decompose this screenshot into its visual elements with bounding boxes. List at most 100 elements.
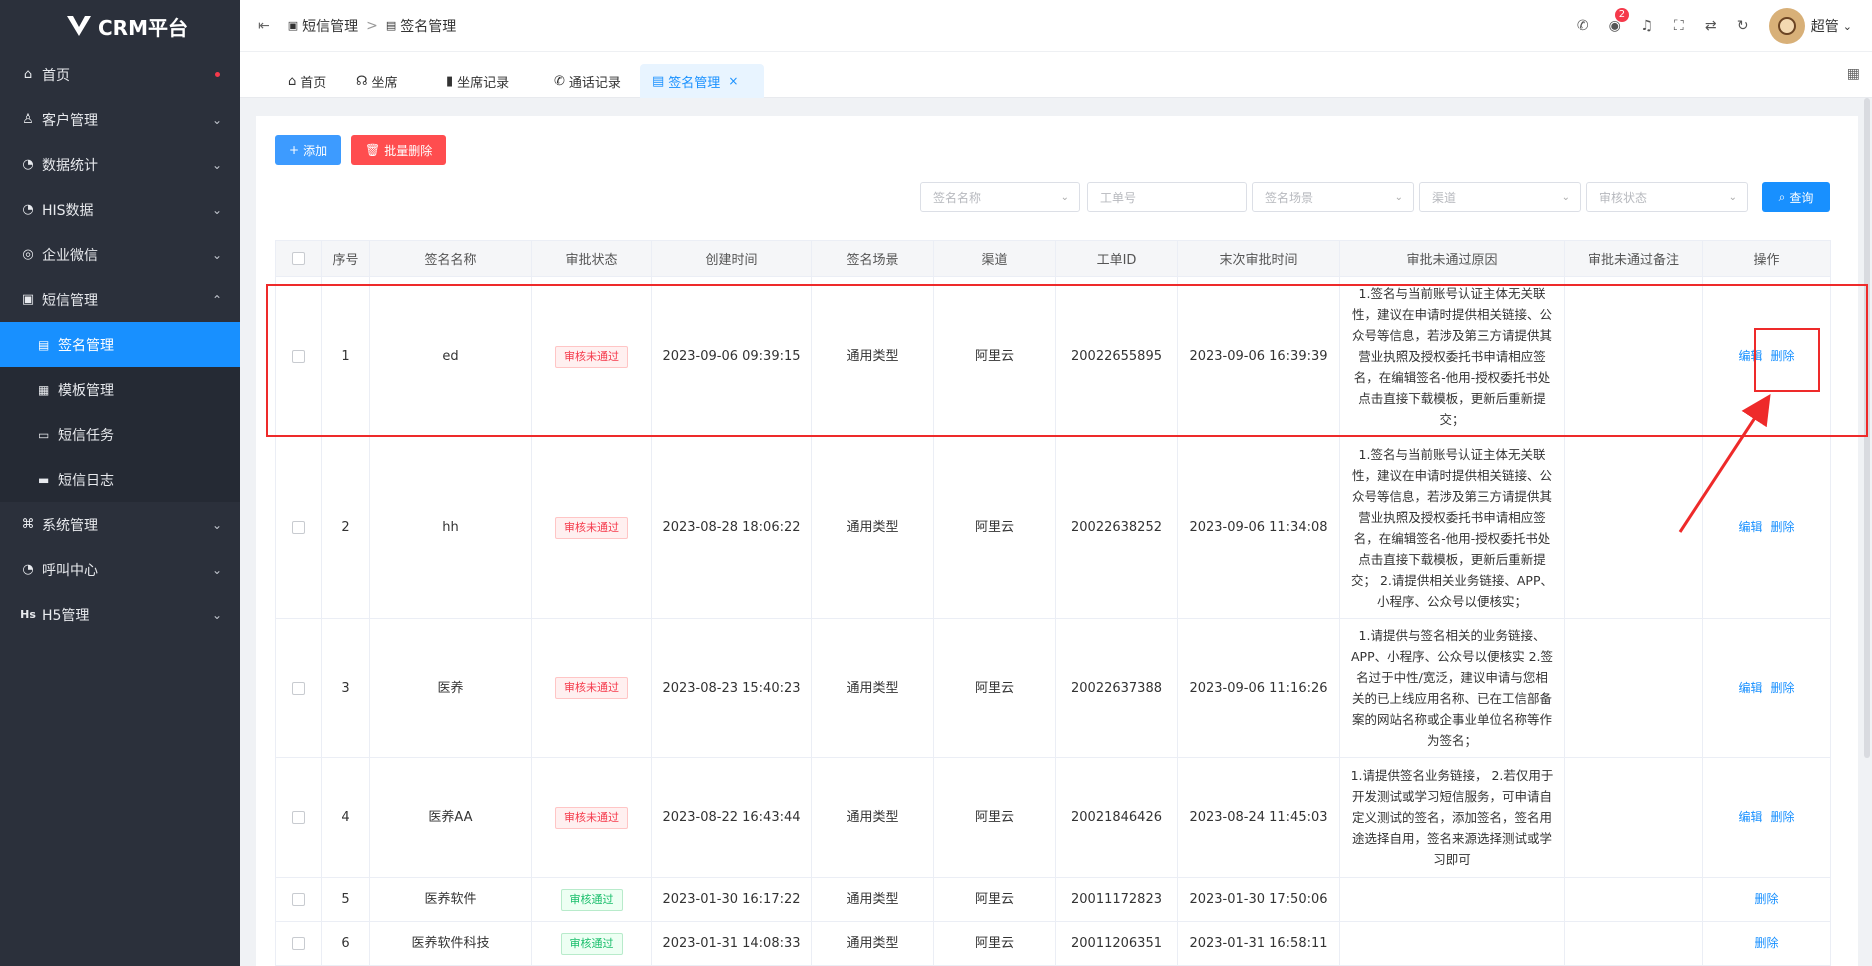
sign-name-select[interactable]: 签名名称 ⌄ <box>920 182 1080 212</box>
channel-select[interactable]: 渠道 ⌄ <box>1419 182 1581 212</box>
sidebar-item-template[interactable]: ▦ 模板管理 <box>0 367 240 412</box>
avatar[interactable] <box>1768 8 1805 44</box>
cell-remark <box>1564 757 1703 878</box>
sidebar-item-wechat[interactable]: ◎ 企业微信 ⌄ <box>0 232 240 277</box>
username[interactable]: 超管 <box>1811 16 1839 36</box>
app-logo[interactable]: CRM平台 <box>0 0 240 52</box>
notification-icon[interactable]: ◉ 2 <box>1599 8 1631 34</box>
header-actions: ✆ ◉ 2 ♫ ⛶ ⇄ ↻ 超管 ⌄ <box>1567 0 1852 52</box>
refresh-icon[interactable]: ↻ <box>1727 18 1759 34</box>
sidebar-item-customers[interactable]: ♙ 客户管理 ⌄ <box>0 97 240 142</box>
cell-scene: 通用类型 <box>811 921 934 966</box>
sidebar-item-signature[interactable]: ▤ 签名管理 <box>0 322 240 367</box>
batch-delete-button[interactable]: 🗑 批量删除 <box>351 135 447 165</box>
cell-name: hh <box>369 436 532 619</box>
column-header: 创建时间 <box>651 240 812 277</box>
cell-last: 2023-01-31 16:58:11 <box>1177 921 1340 966</box>
status-badge: 审核未通过 <box>555 345 628 368</box>
checkbox[interactable] <box>292 252 305 265</box>
row-select-cell[interactable] <box>275 436 322 619</box>
sidebar-item-statistics[interactable]: ◔ 数据统计 ⌄ <box>0 142 240 187</box>
phone-icon[interactable]: ✆ <box>1567 18 1599 34</box>
select-all-cell[interactable] <box>275 240 322 277</box>
edit-link[interactable]: 编辑 <box>1738 349 1762 363</box>
collapse-menu-icon[interactable]: ⇤ <box>258 18 270 34</box>
checkbox[interactable] <box>292 350 305 363</box>
column-header: 末次审批时间 <box>1177 240 1340 277</box>
cell-ticket: 20011172823 <box>1055 877 1178 922</box>
sidebar-item-h5[interactable]: Hs H5管理 ⌄ <box>0 592 240 637</box>
row-select-cell[interactable] <box>275 618 322 758</box>
chevron-down-icon: ⌄ <box>1561 191 1570 203</box>
breadcrumb-item[interactable]: 短信管理 <box>302 16 358 36</box>
delete-link[interactable]: 删除 <box>1771 349 1795 363</box>
tab-agent-records[interactable]: ▮ 坐席记录 <box>434 64 521 98</box>
table-row: 3 医养 审核未通过 2023-08-23 15:40:23 通用类型 阿里云 … <box>275 618 1831 758</box>
checkbox[interactable] <box>292 521 305 534</box>
cell-channel: 阿里云 <box>933 921 1056 966</box>
phone-icon: ✆ <box>554 73 565 89</box>
add-button[interactable]: + 添加 <box>275 135 342 165</box>
bell-icon[interactable]: ♫ <box>1631 18 1663 34</box>
scene-select[interactable]: 签名场景 ⌄ <box>1252 182 1414 212</box>
cell-scene: 通用类型 <box>811 618 934 758</box>
translate-icon[interactable]: ⇄ <box>1695 18 1727 34</box>
row-select-cell[interactable] <box>275 877 322 922</box>
ticket-no-input[interactable]: 工单号 <box>1087 182 1247 212</box>
checkbox[interactable] <box>292 937 305 950</box>
sidebar-item-label: 短信日志 <box>58 472 114 489</box>
fullscreen-icon[interactable]: ⛶ <box>1663 18 1695 34</box>
delete-link[interactable]: 删除 <box>1771 520 1795 534</box>
top-header: ⇤ ▣ 短信管理 > ▤ 签名管理 ✆ ◉ 2 ♫ ⛶ ⇄ ↻ 超管 ⌄ <box>240 0 1872 52</box>
cell-created: 2023-08-22 16:43:44 <box>651 757 812 878</box>
scrollbar[interactable] <box>1864 98 1870 758</box>
checkbox[interactable] <box>292 893 305 906</box>
edit-link[interactable]: 编辑 <box>1738 520 1762 534</box>
sidebar-item-sms[interactable]: ▣ 短信管理 ⌃ <box>0 277 240 322</box>
sidebar-item-his[interactable]: ◔ HIS数据 ⌄ <box>0 187 240 232</box>
cell-created: 2023-08-23 15:40:23 <box>651 618 812 758</box>
checkbox[interactable] <box>292 681 305 695</box>
cell-no: 1 <box>321 276 370 437</box>
sidebar-item-label: 短信任务 <box>58 427 114 444</box>
sidebar-item-label: 客户管理 <box>42 112 98 129</box>
sidebar-item-system[interactable]: ⌘ 系统管理 ⌄ <box>0 502 240 547</box>
chevron-down-icon: ⌄ <box>211 247 222 262</box>
close-icon[interactable]: × <box>728 74 738 88</box>
tab-signature[interactable]: ▤ 签名管理 × <box>640 64 764 98</box>
tab-agent[interactable]: ☊ 坐席 <box>344 64 410 98</box>
tab-home[interactable]: ⌂ 首页 <box>276 64 338 98</box>
delete-link[interactable]: 删除 <box>1754 892 1778 906</box>
sidebar-item-sms-task[interactable]: ▭ 短信任务 <box>0 412 240 457</box>
sidebar-item-home[interactable]: ⌂ 首页 <box>0 52 240 97</box>
row-select-cell[interactable] <box>275 757 322 878</box>
row-select-cell[interactable] <box>275 276 322 437</box>
signature-icon: ▤ <box>652 73 665 89</box>
table-row: 6 医养软件科技 审核通过 2023-01-31 14:08:33 通用类型 阿… <box>275 921 1831 966</box>
cell-last: 2023-09-06 11:34:08 <box>1177 436 1340 619</box>
grid-icon[interactable]: ▦ <box>1847 66 1860 82</box>
chevron-down-icon: ⌄ <box>1728 191 1737 203</box>
chevron-down-icon: ⌄ <box>211 562 222 577</box>
tab-label: 签名管理 <box>668 75 721 91</box>
sidebar-item-call-center[interactable]: ◔ 呼叫中心 ⌄ <box>0 547 240 592</box>
delete-link[interactable]: 删除 <box>1771 810 1795 824</box>
chevron-down-icon[interactable]: ⌄ <box>1843 20 1852 33</box>
query-button[interactable]: ⌕ 查询 <box>1762 182 1830 212</box>
delete-link[interactable]: 删除 <box>1754 936 1778 950</box>
h5-icon: Hs <box>20 608 36 621</box>
cell-ticket: 20011206351 <box>1055 921 1178 966</box>
chevron-down-icon: ⌄ <box>1060 191 1069 203</box>
column-header: 序号 <box>321 240 370 277</box>
plus-icon: + <box>289 143 300 157</box>
sidebar-item-label: 首页 <box>42 67 70 84</box>
audit-status-select[interactable]: 审核状态 ⌄ <box>1586 182 1748 212</box>
checkbox[interactable] <box>292 811 305 824</box>
select-placeholder: 渠道 <box>1432 190 1457 205</box>
edit-link[interactable]: 编辑 <box>1738 810 1762 824</box>
edit-link[interactable]: 编辑 <box>1738 681 1762 695</box>
sidebar-item-sms-log[interactable]: ▬ 短信日志 <box>0 457 240 502</box>
row-select-cell[interactable] <box>275 921 322 966</box>
delete-link[interactable]: 删除 <box>1771 681 1795 695</box>
tab-call-records[interactable]: ✆ 通话记录 <box>542 64 633 98</box>
